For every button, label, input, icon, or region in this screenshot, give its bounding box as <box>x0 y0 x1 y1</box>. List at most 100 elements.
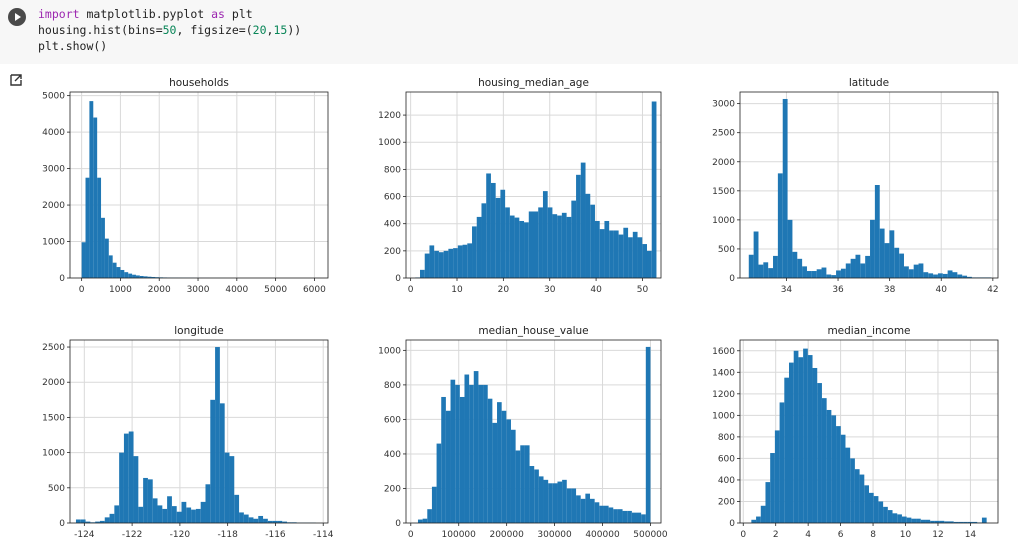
histogram-bar <box>756 516 761 523</box>
histogram-bar <box>509 215 515 278</box>
histogram-bar <box>431 486 437 523</box>
histogram-bar <box>492 422 498 523</box>
histogram-bar <box>519 220 525 278</box>
histogram-bar <box>613 230 619 278</box>
histogram-bar <box>879 228 885 278</box>
histogram-bar <box>894 247 900 278</box>
histogram-bar <box>918 263 924 278</box>
histogram-bar <box>101 217 105 278</box>
y-tick-label: 1000 <box>378 138 401 148</box>
histogram-bar <box>258 515 264 523</box>
histogram-bar <box>566 216 572 278</box>
x-tick-label: 12 <box>932 530 943 540</box>
histogram-bar <box>210 399 216 523</box>
histogram-bar <box>552 214 558 278</box>
histogram-bar <box>613 509 618 523</box>
y-tick-label: 400 <box>384 220 401 230</box>
histogram-bar <box>186 507 192 523</box>
histogram-bar <box>239 512 244 523</box>
x-tick-label: 400000 <box>585 530 620 540</box>
histogram-bar <box>864 485 869 523</box>
y-tick-label: 2500 <box>42 343 65 353</box>
x-tick-label: 36 <box>832 285 844 295</box>
histogram-bar <box>571 488 577 523</box>
code-cell[interactable]: import matplotlib.pyplot as plt housing.… <box>0 0 1018 64</box>
histogram-bar <box>765 482 771 523</box>
histogram-bar <box>627 510 632 523</box>
histogram-bar <box>467 243 473 278</box>
histogram-bar <box>80 519 86 523</box>
y-tick-label: 1200 <box>712 390 735 400</box>
code-editor[interactable]: import matplotlib.pyplot as plt housing.… <box>38 6 301 54</box>
x-tick-label: 4 <box>805 530 811 540</box>
y-tick-label: 400 <box>384 450 401 460</box>
histogram-bar <box>455 384 460 523</box>
histogram-bar <box>195 508 201 523</box>
histogram-bar <box>219 403 225 523</box>
histogram-bar <box>524 445 530 523</box>
histogram-bar <box>104 517 110 523</box>
histogram-bar <box>181 501 187 523</box>
y-tick-label: 800 <box>384 381 401 391</box>
histogram-bar <box>85 177 90 278</box>
x-tick-label: 40 <box>936 285 948 295</box>
histogram-bar <box>892 513 898 523</box>
histogram-bar <box>831 275 837 278</box>
code-text: plt.show() <box>38 39 108 53</box>
code-keyword: import <box>38 7 80 21</box>
y-tick-label: 1500 <box>712 187 735 197</box>
histogram-bar <box>807 355 813 523</box>
histogram-bar <box>603 505 609 523</box>
x-tick-label: 2000 <box>148 285 171 295</box>
histogram-bar <box>176 511 182 523</box>
histogram-bar <box>981 517 987 523</box>
y-tick-label: 1600 <box>712 347 735 357</box>
histogram-bar <box>424 253 430 278</box>
histogram-bar <box>133 456 139 523</box>
histogram-bar <box>758 264 764 278</box>
y-tick-label: 1000 <box>712 216 735 226</box>
x-tick-label: 200000 <box>489 530 524 540</box>
y-tick-label: 0 <box>59 519 65 529</box>
x-tick-label: -124 <box>74 530 95 540</box>
histogram-bar <box>514 217 520 278</box>
histogram-figure: 0 1000 2000 3000 4000 5000 6000010002000300040… <box>42 77 998 540</box>
histogram-bar <box>883 506 888 523</box>
histogram-bar <box>443 250 449 278</box>
histogram-bar <box>803 348 808 523</box>
histogram-bar <box>450 379 456 523</box>
histogram-bar <box>855 254 861 278</box>
histogram-bar <box>481 203 487 278</box>
histogram-bar <box>623 227 629 278</box>
histogram-bar <box>109 513 115 523</box>
histogram-bar <box>878 501 884 523</box>
histogram-bar <box>865 255 871 278</box>
x-tick-label: 30 <box>544 285 556 295</box>
histogram-bar <box>860 263 866 278</box>
histogram-bar <box>632 231 638 278</box>
histogram-bar <box>422 518 428 523</box>
chart-title: housing_median_age <box>478 77 589 89</box>
histogram-bar <box>566 488 572 523</box>
x-tick-label: 6 <box>838 530 844 540</box>
histogram-bar <box>93 117 98 278</box>
x-tick-label: -114 <box>313 530 334 540</box>
histogram-bar <box>445 410 451 523</box>
histogram-bar <box>884 243 890 278</box>
histogram-bar <box>243 514 249 523</box>
histogram-bar <box>903 266 909 278</box>
histogram-bar <box>585 493 591 523</box>
histogram-bar <box>520 445 525 523</box>
histogram-bar <box>873 496 879 523</box>
chart-title: median_house_value <box>478 325 588 337</box>
histogram-bar <box>646 250 652 278</box>
histogram-bar <box>457 245 463 278</box>
histogram-bar <box>529 466 535 523</box>
y-tick-label: 600 <box>384 415 401 425</box>
y-tick-label: 200 <box>384 484 401 494</box>
y-tick-label: 200 <box>384 247 401 257</box>
histogram-bar <box>157 505 163 523</box>
run-cell-button[interactable] <box>8 8 26 26</box>
histogram-bar <box>576 174 581 278</box>
histogram-bar <box>224 452 230 523</box>
